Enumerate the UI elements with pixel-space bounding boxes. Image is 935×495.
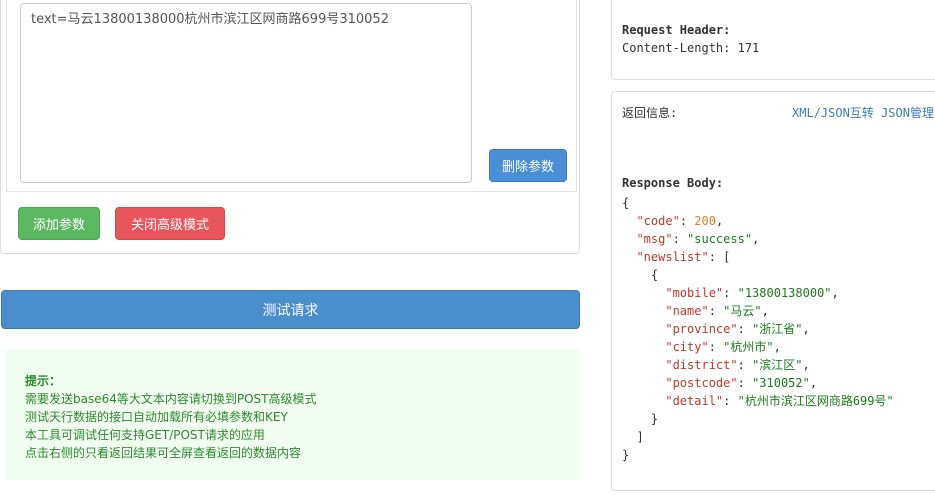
tips-line: 点击右侧的只看返回结果可全屏查看返回的数据内容: [25, 446, 302, 460]
xml-json-convert-link[interactable]: XML/JSON互转: [792, 106, 874, 120]
param-textarea[interactable]: text=马云13800138000杭州市滨江区网商路699号310052: [20, 3, 472, 183]
json-manage-link[interactable]: JSON管理: [881, 106, 934, 120]
close-advanced-mode-button[interactable]: 关闭高级模式: [115, 207, 225, 240]
request-header-panel: Request Header: Content-Length: 171: [611, 0, 935, 80]
tips-title: 提示：: [25, 374, 62, 388]
add-param-button[interactable]: 添加参数: [18, 207, 100, 240]
response-panel: 返回信息: XML/JSON互转 JSON管理 Response Body: {…: [611, 91, 935, 491]
tips-line: 测试天行数据的接口自动加载所有必填参数和KEY: [25, 410, 288, 424]
request-header-title: Request Header:: [622, 23, 731, 37]
content-length: Content-Length: 171: [622, 41, 760, 55]
delete-param-button[interactable]: 删除参数: [489, 149, 567, 182]
response-links: XML/JSON互转 JSON管理: [792, 104, 934, 121]
response-label: 返回信息:: [622, 106, 678, 120]
tips-line: 需要发送base64等大文本内容请切换到POST高级模式: [25, 392, 317, 406]
response-json: { "code": 200, "msg": "success", "newsli…: [622, 196, 894, 462]
tips-box: 提示： 需要发送base64等大文本内容请切换到POST高级模式 测试天行数据的…: [5, 350, 580, 480]
response-body-title: Response Body:: [622, 176, 724, 190]
test-request-button[interactable]: 测试请求: [1, 290, 580, 329]
tips-line: 本工具可调试任何支持GET/POST请求的应用: [25, 428, 265, 442]
